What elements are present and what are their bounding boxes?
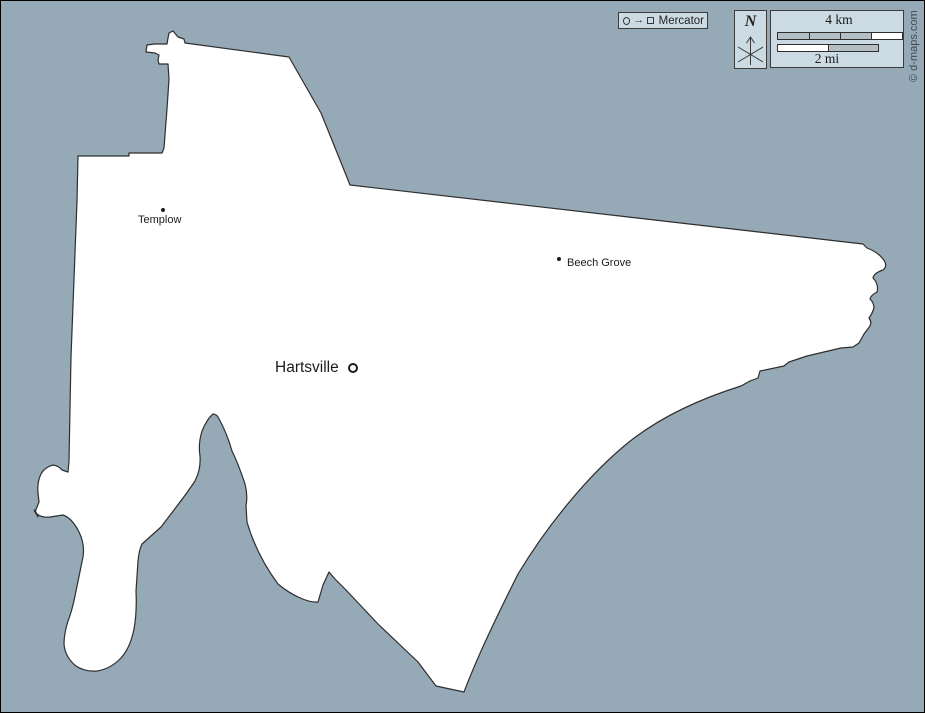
- scale-bar-km: [777, 32, 903, 40]
- place-marker: [161, 208, 165, 212]
- place-label: Templow: [138, 215, 181, 227]
- places-layer: Templow Beech Grove Hartsville: [1, 1, 924, 712]
- scale-segment: [778, 33, 809, 39]
- place-marker: [557, 257, 561, 261]
- scale-segment: [871, 33, 902, 39]
- projection-badge: → Mercator: [618, 12, 708, 29]
- place-marker: [348, 363, 358, 373]
- place-label: Hartsville: [275, 360, 339, 376]
- arrow-right-icon: →: [633, 15, 644, 26]
- square-icon: [647, 17, 653, 24]
- compass-rose-icon: [735, 34, 766, 68]
- map-canvas: TemplowBeech GroveHartsville → Mercator …: [0, 0, 925, 713]
- scale-mi-label: 2 mi: [777, 51, 877, 67]
- scale-panel: 4 km 2 mi: [770, 10, 904, 68]
- copyright-credit: © d-maps.com: [908, 6, 920, 82]
- north-label: N: [735, 13, 766, 31]
- place-label: Beech Grove: [567, 258, 631, 270]
- compass-panel: N: [734, 10, 767, 69]
- projection-label: Mercator: [659, 15, 704, 27]
- scale-segment: [840, 33, 871, 39]
- scale-km-label: 4 km: [777, 12, 901, 28]
- scale-segment: [809, 33, 840, 39]
- circle-icon: [623, 17, 630, 25]
